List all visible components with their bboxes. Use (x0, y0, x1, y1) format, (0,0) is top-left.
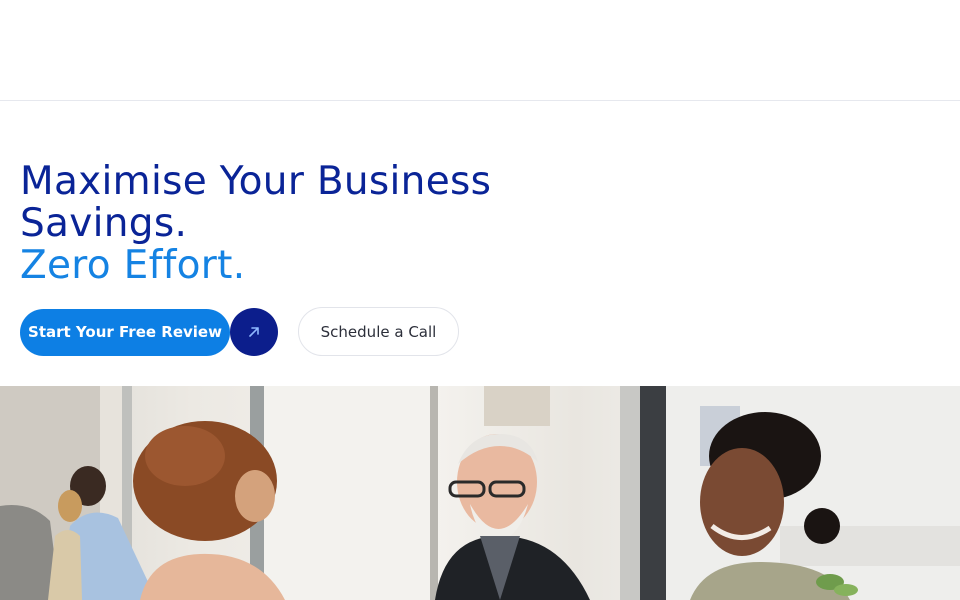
arrow-button[interactable] (230, 308, 278, 356)
hero-headline: Maximise Your Business Savings. Zero Eff… (20, 161, 580, 287)
hero-section: Maximise Your Business Savings. Zero Eff… (0, 101, 960, 386)
headline-accent: Zero Effort. (20, 243, 246, 288)
schedule-call-button[interactable]: Schedule a Call (298, 307, 459, 356)
team-meeting-photo (0, 386, 960, 600)
primary-cta-group: Start Your Free Review (20, 308, 278, 356)
start-free-review-button[interactable]: Start Your Free Review (20, 308, 230, 356)
site-header (0, 0, 960, 101)
headline-line-1: Maximise Your Business (20, 159, 492, 204)
headline-line-2: Savings. (20, 201, 188, 246)
arrow-up-right-icon (249, 327, 259, 337)
